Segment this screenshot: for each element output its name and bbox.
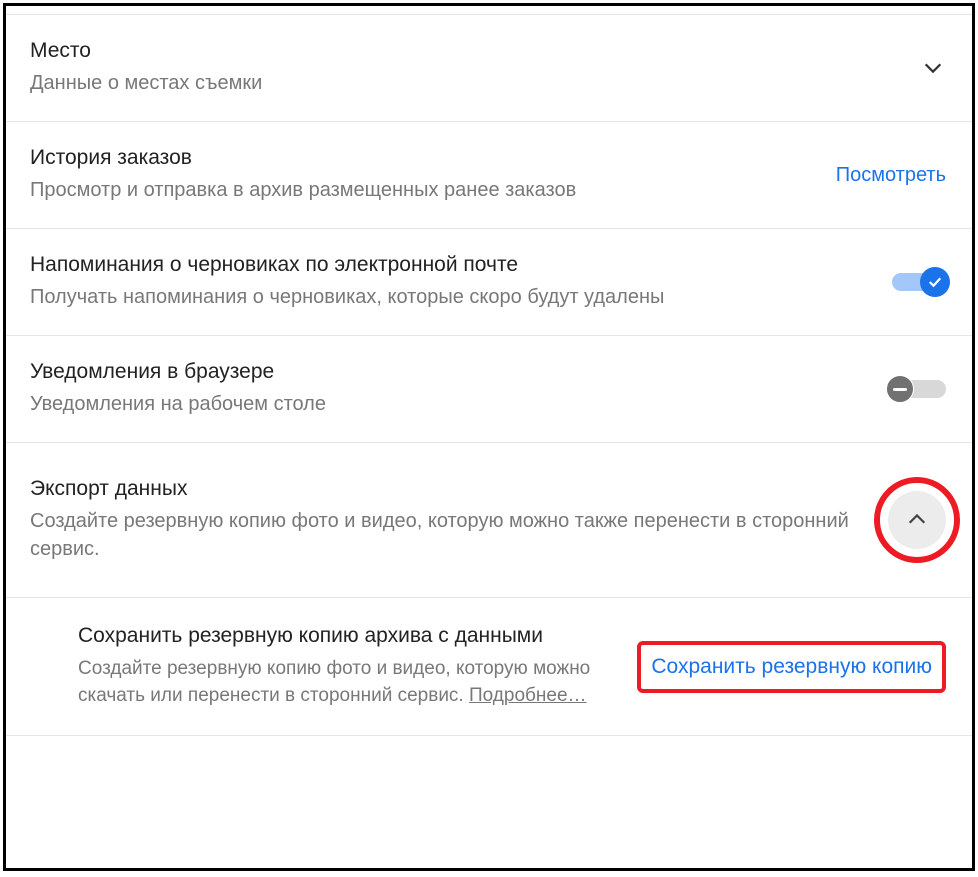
toggle-on-track [892, 273, 946, 291]
setting-title-draft-reminders: Напоминания о черновиках по электронной … [30, 253, 872, 277]
setting-row-export-data[interactable]: Экспорт данных Создайте резервную копию … [6, 443, 972, 598]
setting-desc-export-data: Создайте резервную копию фото и видео, к… [30, 507, 868, 563]
setting-title-place: Место [30, 39, 900, 63]
toggle-knob-off [886, 375, 914, 403]
view-orders-link[interactable]: Посмотреть [836, 164, 946, 187]
setting-text-block: Место Данные о местах съемки [30, 39, 920, 97]
backup-title: Сохранить резервную копию архива с данны… [78, 624, 617, 648]
setting-desc-browser-notifications: Уведомления на рабочем столе [30, 390, 872, 418]
setting-row-browser-notifications: Уведомления в браузере Уведомления на ра… [6, 336, 972, 443]
backup-button[interactable]: Сохранить резервную копию [651, 655, 932, 679]
setting-text-block: Экспорт данных Создайте резервную копию … [30, 477, 888, 563]
draft-reminders-toggle[interactable] [892, 269, 946, 295]
setting-row-draft-reminders: Напоминания о черновиках по электронной … [6, 229, 972, 336]
chevron-up-icon [906, 509, 928, 531]
setting-title-order-history: История заказов [30, 146, 816, 170]
setting-title-browser-notifications: Уведомления в браузере [30, 360, 872, 384]
chevron-down-icon [920, 55, 946, 81]
setting-row-order-history: История заказов Просмотр и отправка в ар… [6, 122, 972, 229]
setting-text-block: Напоминания о черновиках по электронной … [30, 253, 892, 311]
setting-desc-place: Данные о местах съемки [30, 69, 900, 97]
setting-row-place[interactable]: Место Данные о местах съемки [6, 14, 972, 122]
backup-text-block: Сохранить резервную копию архива с данны… [78, 624, 637, 709]
browser-notifications-toggle[interactable] [892, 376, 946, 402]
learn-more-link[interactable]: Подробнее… [469, 685, 587, 706]
backup-panel: Сохранить резервную копию архива с данны… [6, 598, 972, 736]
backup-desc: Создайте резервную копию фото и видео, к… [78, 656, 617, 709]
setting-title-export-data: Экспорт данных [30, 477, 868, 501]
toggle-knob-on [920, 267, 950, 297]
collapse-button[interactable] [888, 491, 946, 549]
backup-button-highlight: Сохранить резервную копию [637, 641, 946, 693]
toggle-off-track [892, 380, 946, 398]
setting-text-block: История заказов Просмотр и отправка в ар… [30, 146, 836, 204]
check-icon [926, 273, 944, 291]
setting-text-block: Уведомления в браузере Уведомления на ра… [30, 360, 892, 418]
setting-desc-draft-reminders: Получать напоминания о черновиках, котор… [30, 283, 872, 311]
setting-desc-order-history: Просмотр и отправка в архив размещенных … [30, 176, 816, 204]
settings-container: Место Данные о местах съемки История зак… [3, 3, 975, 871]
